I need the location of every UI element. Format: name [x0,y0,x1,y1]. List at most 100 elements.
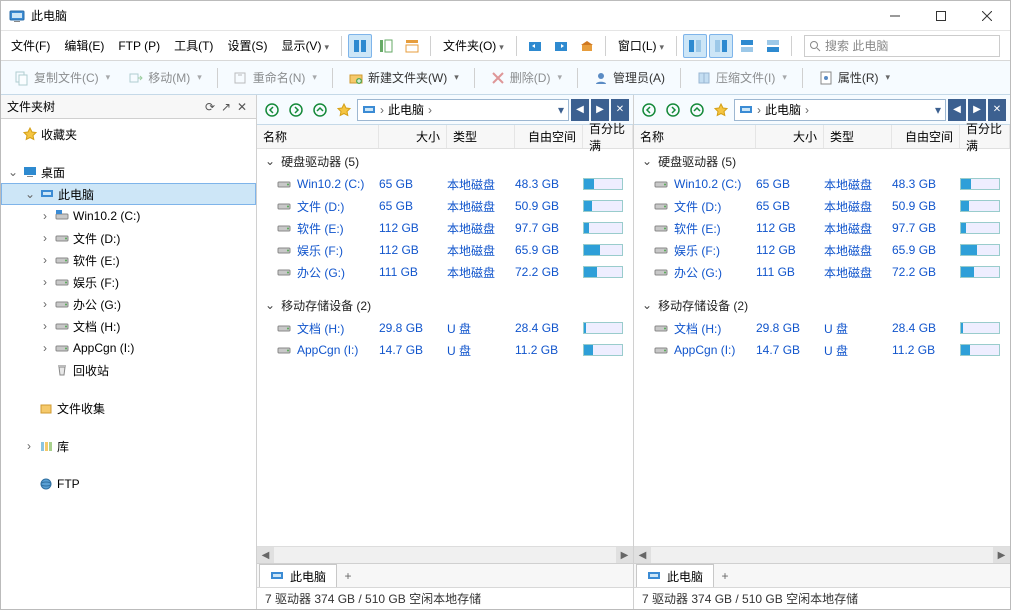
tree-recycle[interactable]: 回收站 [1,359,256,381]
tree-drive[interactable]: ›办公 (G:) [1,293,256,315]
copy-button[interactable]: 复制文件(C)▾ [7,65,117,90]
drive-row[interactable]: 文件 (D:) 65 GB 本地磁盘 50.9 GB [257,195,633,217]
drive-row[interactable]: Win10.2 (C:) 65 GB 本地磁盘 48.3 GB [634,173,1010,195]
move-button[interactable]: 移动(M)▾ [121,65,209,90]
newfolder-button[interactable]: 新建文件夹(W)▾ [341,65,466,90]
pane-next[interactable]: ▶ [968,99,986,121]
status-bar: 7 驱动器 374 GB / 510 GB 空闲本地存储 [257,587,633,609]
group-header[interactable]: ⌄硬盘驱动器 (5) [257,149,633,173]
nav-back[interactable] [638,99,660,121]
menu-display[interactable]: 显示(V)▾ [275,33,335,58]
folder-tree-pane: 文件夹树 ⟳ ↗ ✕ 收藏夹 ⌄桌面 ⌄此电脑 ›Win10.2 (C:)›文件… [1,95,257,609]
tree-lib[interactable]: ›库 [1,435,256,457]
breadcrumb[interactable]: ›此电脑› ▾ [734,99,946,121]
tree-thispc[interactable]: ⌄此电脑 [1,183,256,205]
menu-file[interactable]: 文件(F) [5,33,56,58]
drive-row[interactable]: 文件 (D:) 65 GB 本地磁盘 50.9 GB [634,195,1010,217]
column-headers[interactable]: 名称大小类型自由空间百分比满 [634,125,1010,149]
close-button[interactable] [964,1,1010,31]
rename-button[interactable]: 重命名(N)▾ [226,65,324,90]
drive-row[interactable]: 文档 (H:) 29.8 GB U 盘 28.4 GB [634,317,1010,339]
props-button[interactable]: 属性(R)▾ [811,65,897,90]
refresh-icon[interactable]: ⟳ [202,100,218,114]
maximize-button[interactable] [918,1,964,31]
group-header[interactable]: ⌄移动存储设备 (2) [634,293,1010,317]
admin-button[interactable]: 管理员(A) [586,65,672,90]
pane-tab[interactable]: 此电脑 [259,564,337,587]
tree-drive[interactable]: ›Win10.2 (C:) [1,205,256,227]
new-tab[interactable]: + [337,569,359,583]
group-header[interactable]: ⌄硬盘驱动器 (5) [634,149,1010,173]
column-headers[interactable]: 名称大小类型自由空间百分比满 [257,125,633,149]
drive-row[interactable]: 软件 (E:) 112 GB 本地磁盘 97.7 GB [257,217,633,239]
layout-4[interactable] [761,34,785,58]
nav-fav[interactable] [710,99,732,121]
menu-settings[interactable]: 设置(S) [221,33,273,58]
layout-1[interactable] [683,34,707,58]
breadcrumb[interactable]: ›此电脑› ▾ [357,99,569,121]
tree-desktop[interactable]: ⌄桌面 [1,161,256,183]
pane-tab[interactable]: 此电脑 [636,564,714,587]
view-mode-2[interactable] [374,34,398,58]
drive-row[interactable]: AppCgn (I:) 14.7 GB U 盘 11.2 GB [634,339,1010,361]
pane-prev[interactable]: ◀ [571,99,589,121]
minimize-button[interactable] [872,1,918,31]
menu-window[interactable]: 窗口(L)▾ [612,33,670,58]
window-title: 此电脑 [31,7,67,24]
nav-back[interactable] [261,99,283,121]
menu-ftp[interactable]: FTP (P) [112,35,166,57]
delete-button[interactable]: 删除(D)▾ [483,65,569,90]
drive-row[interactable]: 娱乐 (F:) 112 GB 本地磁盘 65.9 GB [257,239,633,261]
file-list[interactable]: ⌄硬盘驱动器 (5) Win10.2 (C:) 65 GB 本地磁盘 48.3 … [257,149,633,546]
tab-row: 此电脑 + [257,563,633,587]
computer-icon [362,103,376,117]
tree-favorites[interactable]: 收藏夹 [1,123,256,145]
drive-row[interactable]: Win10.2 (C:) 65 GB 本地磁盘 48.3 GB [257,173,633,195]
layout-3[interactable] [735,34,759,58]
search-icon [809,40,821,52]
menu-folder[interactable]: 文件夹(O)▾ [437,33,510,58]
drive-row[interactable]: AppCgn (I:) 14.7 GB U 盘 11.2 GB [257,339,633,361]
tree-ftp[interactable]: FTP [1,473,256,495]
search-input[interactable]: 搜索 此电脑 [804,35,1000,57]
tree-drive[interactable]: ›软件 (E:) [1,249,256,271]
nav-fwd-icon[interactable] [549,34,573,58]
tree-collect[interactable]: 文件收集 [1,397,256,419]
popout-icon[interactable]: ↗ [218,100,234,114]
nav-fav[interactable] [333,99,355,121]
pane-prev[interactable]: ◀ [948,99,966,121]
layout-2[interactable] [709,34,733,58]
pane-next[interactable]: ▶ [591,99,609,121]
nav-back-icon[interactable] [523,34,547,58]
drive-icon [277,221,291,235]
view-mode-3[interactable] [400,34,424,58]
drive-row[interactable]: 办公 (G:) 111 GB 本地磁盘 72.2 GB [257,261,633,283]
pack-button[interactable]: 压缩文件(I)▾ [689,65,794,90]
tree-drive[interactable]: ›文件 (D:) [1,227,256,249]
nav-up[interactable] [309,99,331,121]
pane-close[interactable]: ✕ [988,99,1006,121]
nav-up[interactable] [686,99,708,121]
drive-row[interactable]: 文档 (H:) 29.8 GB U 盘 28.4 GB [257,317,633,339]
menu-tools[interactable]: 工具(T) [168,33,219,58]
tree-drive[interactable]: ›文档 (H:) [1,315,256,337]
tree-drive[interactable]: ›娱乐 (F:) [1,271,256,293]
status-bar: 7 驱动器 374 GB / 510 GB 空闲本地存储 [634,587,1010,609]
hscrollbar[interactable]: ◀▶ [257,546,633,563]
drive-row[interactable]: 软件 (E:) 112 GB 本地磁盘 97.7 GB [634,217,1010,239]
close-tree-icon[interactable]: ✕ [234,100,250,114]
pane-close[interactable]: ✕ [611,99,629,121]
hscrollbar[interactable]: ◀▶ [634,546,1010,563]
drive-row[interactable]: 娱乐 (F:) 112 GB 本地磁盘 65.9 GB [634,239,1010,261]
view-mode-1[interactable] [348,34,372,58]
folder-tree[interactable]: 收藏夹 ⌄桌面 ⌄此电脑 ›Win10.2 (C:)›文件 (D:)›软件 (E… [1,119,256,609]
file-list[interactable]: ⌄硬盘驱动器 (5) Win10.2 (C:) 65 GB 本地磁盘 48.3 … [634,149,1010,546]
nav-home-icon[interactable] [575,34,599,58]
nav-forward[interactable] [285,99,307,121]
menu-edit[interactable]: 编辑(E) [58,33,110,58]
new-tab[interactable]: + [714,569,736,583]
tree-drive[interactable]: ›AppCgn (I:) [1,337,256,359]
group-header[interactable]: ⌄移动存储设备 (2) [257,293,633,317]
nav-forward[interactable] [662,99,684,121]
drive-row[interactable]: 办公 (G:) 111 GB 本地磁盘 72.2 GB [634,261,1010,283]
